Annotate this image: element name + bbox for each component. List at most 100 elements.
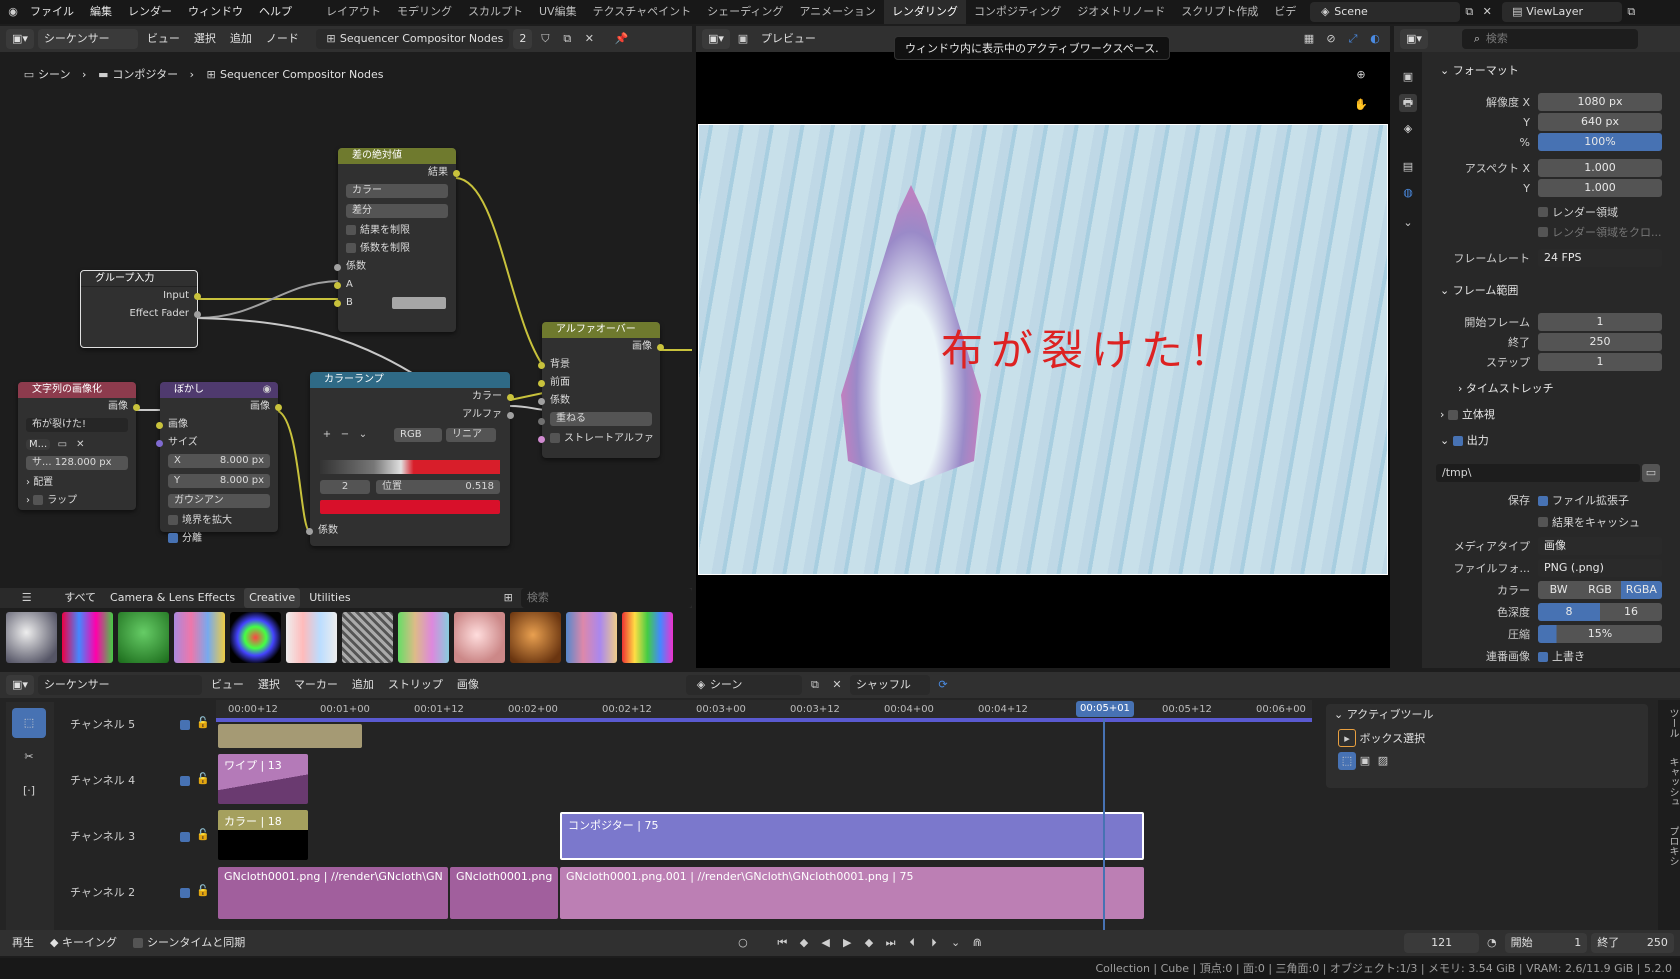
duplicate-icon[interactable]: ⧉ <box>806 676 824 694</box>
node-blur[interactable]: ぼかし ◉ 画像 画像 サイズ X 8.000 px Y 8.000 px ガウシア… <box>156 381 282 544</box>
section-frame-range[interactable]: ⌄ フレーム範囲 <box>1434 280 1668 302</box>
jump-start-icon[interactable]: ⏮ <box>773 934 791 952</box>
node-alpha-over[interactable]: アルファオーバー 画像 背景 前面 係数 重ねる ストレートアルファ <box>538 322 664 458</box>
asset-thumbnail[interactable] <box>622 612 673 663</box>
depth-8-button[interactable]: 8 <box>1538 603 1600 621</box>
blade-tool-icon[interactable]: ✂ <box>12 742 46 772</box>
section-format[interactable]: ⌄ フォーマット <box>1434 60 1668 82</box>
tab-video[interactable]: ビデ <box>1266 0 1304 24</box>
seq-menu-image[interactable]: 画像 <box>452 675 484 695</box>
font-select[interactable]: M... <box>26 439 51 450</box>
asset-thumbnail[interactable] <box>286 612 337 663</box>
color-rgba-button[interactable]: RGBA <box>1620 581 1662 599</box>
overlay-icon[interactable]: ⊘ <box>1322 30 1340 48</box>
current-frame-indicator[interactable]: 00:05+01 <box>1076 701 1134 717</box>
separable-checkbox[interactable]: 分離 <box>160 530 278 548</box>
transform-tool-icon[interactable]: [·] <box>12 776 46 806</box>
socket[interactable] <box>306 528 313 535</box>
output-path-field[interactable]: /tmp\ <box>1436 464 1640 482</box>
render-tab-icon[interactable]: ▣ <box>1399 68 1417 86</box>
file-format-select[interactable]: PNG (.png) <box>1538 559 1662 577</box>
asset-tab-utilities[interactable]: Utilities <box>304 588 355 608</box>
wrap-panel[interactable]: › ラップ <box>18 492 136 510</box>
view-layer-tab-icon[interactable]: ◈ <box>1399 120 1417 138</box>
timeline-ruler[interactable]: 00:00+12 00:01+00 00:01+12 00:02+00 00:0… <box>216 700 1312 718</box>
strip-compositor[interactable]: コンポジター | 75 <box>560 812 1144 860</box>
tab-geometry-nodes[interactable]: ジオメトリノード <box>1069 0 1173 24</box>
socket[interactable] <box>275 404 282 411</box>
render-region-checkbox[interactable]: レンダー領域 <box>1428 202 1662 222</box>
cache-result-checkbox[interactable]: 結果をキャッシュ <box>1428 512 1662 532</box>
overwrite-checkbox[interactable]: 上書き <box>1538 648 1585 664</box>
frame-start-field[interactable]: 1 <box>1538 313 1662 331</box>
properties-search-input[interactable]: ⌕ 検索 <box>1461 29 1638 49</box>
color-mode-select[interactable]: RGB <box>394 428 442 442</box>
jump-keyframe-back-icon[interactable]: ◆ <box>795 934 813 952</box>
seq-menu-strip[interactable]: ストリップ <box>383 675 448 695</box>
jump-end-icon[interactable]: ⏭ <box>882 934 900 952</box>
channel-mute-checkbox[interactable] <box>180 832 190 842</box>
section-stereoscopy[interactable]: › 立体視 <box>1434 404 1668 426</box>
eye-icon[interactable]: ◉ <box>258 381 276 399</box>
asset-thumbnail[interactable] <box>62 612 113 663</box>
menu-icon[interactable]: ☰ <box>18 589 35 607</box>
align-panel[interactable]: › 配置 <box>18 474 136 492</box>
stop-index-field[interactable]: 2 <box>320 480 370 494</box>
tab-animation[interactable]: アニメーション <box>791 0 884 24</box>
folder-icon[interactable]: ▭ <box>1642 464 1660 482</box>
seq-menu-marker[interactable]: マーカー <box>289 675 343 695</box>
sync-checkbox[interactable]: シーンタイムと同期 <box>127 933 251 953</box>
asset-search-input[interactable]: 検索 <box>520 588 692 608</box>
scene-tab-icon[interactable]: ▤ <box>1399 158 1417 176</box>
frame-end-field[interactable]: 250 <box>1538 333 1662 351</box>
aspect-x-field[interactable]: 1.000 <box>1538 159 1662 177</box>
channel-mute-checkbox[interactable] <box>180 776 190 786</box>
interpolation-select[interactable]: リニア <box>446 428 496 442</box>
world-tab-icon[interactable]: ◍ <box>1399 184 1417 202</box>
stop-color-swatch[interactable] <box>320 500 500 514</box>
gizmo-icon[interactable]: ⤢ <box>1344 30 1362 48</box>
close-icon[interactable]: ✕ <box>828 676 846 694</box>
frame-rate-select[interactable]: 24 FPS <box>1538 249 1662 267</box>
clamp-factor-checkbox[interactable]: 係数を制限 <box>338 240 456 258</box>
active-tool-title[interactable]: ⌄ アクティブツール <box>1326 704 1648 726</box>
scene-selector[interactable]: ◈ Scene <box>1310 2 1461 22</box>
step-back-icon[interactable]: ⏴ <box>903 934 921 952</box>
tab-compositing[interactable]: コンポジティング <box>966 0 1069 24</box>
editor-type-button[interactable]: ▣▾ <box>1400 29 1428 49</box>
socket[interactable] <box>538 418 545 425</box>
color-rgb-button[interactable]: RGB <box>1579 581 1621 599</box>
input-straight-alpha[interactable]: ストレートアルファ <box>538 430 660 448</box>
editor-type-button[interactable]: ▣▾ <box>6 675 34 695</box>
file-extensions-checkbox[interactable]: ファイル拡張子 <box>1538 492 1629 508</box>
playhead[interactable] <box>1103 718 1105 930</box>
node-header[interactable]: 差の絶対値 <box>338 148 456 164</box>
socket[interactable] <box>538 362 545 369</box>
asset-thumbnail[interactable] <box>230 612 281 663</box>
remove-stop-icon[interactable]: − <box>336 426 354 444</box>
lock-icon[interactable]: 🔓 <box>196 716 210 729</box>
node-header[interactable]: グループ入力 <box>81 271 197 287</box>
snapping-icon[interactable]: ⋒ <box>968 934 986 952</box>
panel-time-stretching[interactable]: › タイムストレッチ <box>1434 378 1668 400</box>
node-header[interactable]: 文字列の画像化 <box>18 382 136 398</box>
channel-mute-checkbox[interactable] <box>180 720 190 730</box>
clamp-result-checkbox[interactable]: 結果を制限 <box>338 222 456 240</box>
tab-shading[interactable]: シェーディング <box>699 0 791 24</box>
mode-subtract-icon[interactable]: ▨ <box>1374 752 1392 770</box>
strip-image-2[interactable]: GNcloth0001.png <box>450 867 558 919</box>
mode-add-icon[interactable]: ▣ <box>1356 752 1374 770</box>
asset-tab-all[interactable]: すべて <box>59 588 101 608</box>
sequencer-scene-selector[interactable]: ◈ シーン <box>685 675 802 695</box>
folder-icon[interactable]: ▭ <box>53 436 71 454</box>
start-frame-field[interactable]: 開始 1 <box>1504 933 1588 953</box>
display-icon[interactable]: ◐ <box>1366 30 1384 48</box>
close-icon[interactable]: ✕ <box>1478 3 1496 21</box>
node-header[interactable]: カラーランプ <box>310 372 510 388</box>
node-color-ramp[interactable]: カラーランプ カラー アルファ + − ⌄ RGB リニア 2 位置 0.518 係数 <box>306 372 514 546</box>
strip-color[interactable]: カラー | 18 <box>218 810 308 860</box>
keying-menu[interactable]: ◆ キーイング <box>44 933 123 953</box>
socket[interactable] <box>156 440 163 447</box>
record-icon[interactable]: ○ <box>734 934 752 952</box>
asset-thumbnail[interactable] <box>398 612 449 663</box>
